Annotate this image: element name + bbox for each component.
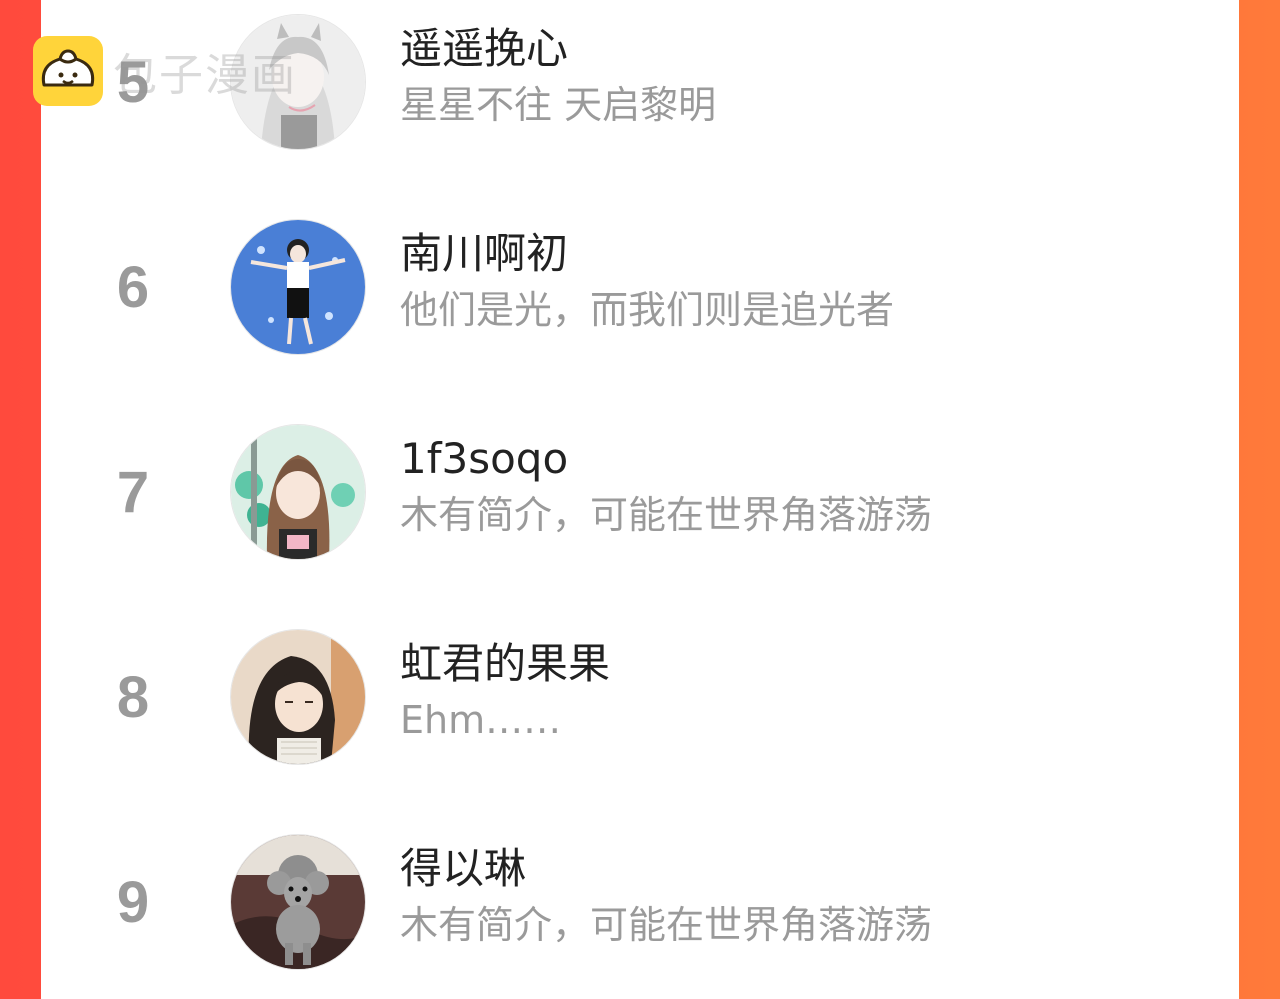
user-bio: 他们是光，而我们则是追光者 (400, 288, 895, 332)
user-bio: Ehm…… (400, 698, 562, 742)
rank-number: 8 (116, 665, 150, 730)
list-item[interactable]: 8 虹君的果果 Ehm…… (41, 626, 1239, 766)
list-item[interactable]: 7 1f3soqo 木有简介，可能在世界角落游荡 (41, 421, 1239, 561)
list-item[interactable]: 6 南川啊初 他们是光，而我们则是追光者 (41, 216, 1239, 356)
avatar-poodle-icon[interactable] (230, 834, 366, 970)
user-name[interactable]: 得以琳 (400, 843, 526, 895)
user-name[interactable]: 1f3soqo (400, 433, 568, 485)
watermark-text: 包子漫画 (113, 50, 297, 101)
user-bio: 木有简介，可能在世界角落游荡 (400, 903, 933, 947)
avatar-boy-blue-icon[interactable] (230, 219, 366, 355)
user-name[interactable]: 虹君的果果 (400, 638, 610, 690)
avatar-girl-flowers-icon[interactable] (230, 424, 366, 560)
user-bio: 星星不往 天启黎明 (400, 83, 717, 127)
rank-number: 9 (116, 870, 150, 935)
user-name[interactable]: 南川啊初 (400, 228, 568, 280)
watermark: 包子漫画 (33, 36, 297, 106)
user-bio: 木有简介，可能在世界角落游荡 (400, 493, 933, 537)
avatar-man-longhair-icon[interactable] (230, 629, 366, 765)
rank-number: 7 (116, 460, 150, 525)
user-name[interactable]: 遥遥挽心 (400, 23, 568, 75)
rank-number: 6 (116, 255, 150, 320)
list-item[interactable]: 9 得以琳 木有简介，可能在世界角落游荡 (41, 831, 1239, 971)
app-frame: 包子漫画 5 遥遥挽心 星星不往 天启黎明 6 南川啊初 他们是光，而我们则是追… (0, 0, 1280, 999)
bun-logo-icon (33, 36, 103, 106)
ranking-panel: 5 遥遥挽心 星星不往 天启黎明 6 南川啊初 他们是光，而我们则是追光者 7 … (41, 0, 1239, 999)
